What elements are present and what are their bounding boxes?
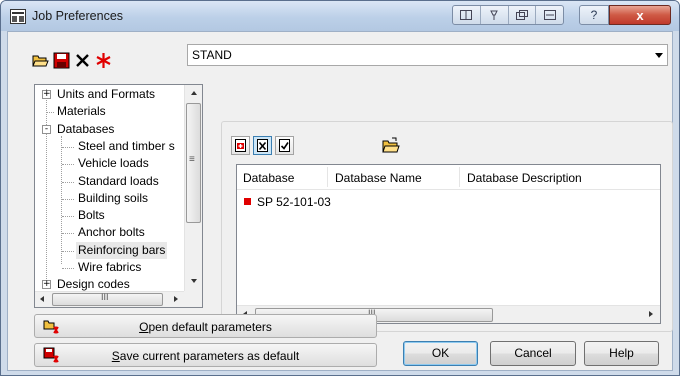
tree-guide [62,198,74,200]
delete-icon[interactable] [74,52,91,69]
open-default-label: Open default parameters [35,320,376,334]
tree-guide [62,181,74,183]
profile-select[interactable]: STAND [187,44,668,66]
tree-guide [46,89,47,289]
table-row[interactable]: SP 52-101-03 [237,192,660,210]
tree-scroll-thumb[interactable]: ≡ [186,103,201,223]
save-default-mnemonic: S [111,349,120,363]
tree-guide [62,268,74,269]
window-title: Job Preferences [32,9,124,23]
scroll-up-icon[interactable] [191,91,197,95]
tree-item[interactable]: Steel and timber s [76,138,177,155]
tree-guide [62,216,74,218]
save-default-text: ave current parameters as default [119,349,300,363]
minimize-icon[interactable] [536,6,563,24]
tree-expander-icon[interactable]: + [42,280,51,290]
tree-guide [47,112,54,114]
column-header-description[interactable]: Database Description [467,171,582,185]
column-header-database[interactable]: Database [243,171,294,185]
tree-item[interactable]: Units and Formats [55,86,157,103]
tree-item[interactable]: Wire fabrics [76,259,143,276]
chevron-down-icon[interactable] [655,53,663,58]
tree-guide [61,136,62,264]
check-database-icon [279,139,290,152]
job-preferences-window: Job Preferences ? x STAND + Units and Fo… [0,0,680,376]
tree-expander-icon[interactable]: - [42,124,51,134]
settings-tree[interactable]: + Units and Formats Materials - Databases Ste… [34,84,203,308]
check-database-button[interactable] [275,136,294,155]
tree-horizontal-scrollbar[interactable]: III [35,291,184,307]
tree-guide [62,164,74,166]
tree-item[interactable]: Materials [55,103,108,120]
save-default-label: Save current parameters as default [35,349,376,363]
tree-item[interactable]: Building soils [76,190,150,207]
add-database-icon [235,139,246,152]
tree-guide [62,250,74,252]
tree-expander-icon[interactable]: + [42,90,51,99]
tree-item[interactable]: Design codes [55,276,132,291]
close-button[interactable]: x [609,5,671,25]
remove-database-icon [257,139,268,152]
scroll-left-icon[interactable] [40,296,44,302]
database-grid[interactable]: Database Database Name Database Descript… [236,164,661,324]
scroll-down-icon[interactable] [191,279,197,283]
open-folder-icon[interactable] [32,52,49,69]
browse-folder-icon[interactable] [382,137,400,154]
column-header-name[interactable]: Database Name [335,171,422,185]
row-marker-icon [244,198,251,205]
tree-item[interactable]: Databases [55,121,116,138]
tree-vertical-scrollbar[interactable]: ≡ [184,85,202,291]
tree-body: + Units and Formats Materials - Databases Ste… [35,85,184,291]
add-database-button[interactable] [231,136,250,155]
tree-item[interactable]: Bolts [76,207,107,224]
scroll-right-icon[interactable] [649,311,653,317]
cancel-button[interactable]: Cancel [490,341,576,366]
tree-item[interactable]: Reinforcing bars [76,241,168,259]
scroll-corner [184,291,202,307]
column-divider[interactable] [327,167,328,187]
save-as-default-button[interactable]: Save current parameters as default [34,343,377,367]
save-icon[interactable] [53,52,70,69]
title-bar[interactable]: Job Preferences ? x [1,1,679,31]
tree-guide [62,146,74,148]
scroll-right-icon[interactable] [174,296,178,302]
restore-icon[interactable] [509,6,537,24]
grip-icon: ≡ [189,154,195,165]
layout-icon[interactable] [453,6,481,24]
tree-item[interactable]: Standard loads [76,173,161,190]
cell-database: SP 52-101-03 [257,195,331,209]
remove-database-button[interactable] [253,136,272,155]
tree-hscroll-thumb[interactable]: III [52,292,163,306]
reset-icon[interactable] [95,52,112,69]
grip-icon: III [101,292,109,302]
help-title-button[interactable]: ? [579,5,609,25]
open-default-text: pen default parameters [148,320,272,334]
grid-header: Database Database Name Database Descript… [237,165,660,190]
ok-button[interactable]: OK [403,341,478,366]
pin-icon[interactable] [481,6,509,24]
dialog-client: STAND + Units and Formats Materials - Databa… [7,31,673,371]
profile-select-value: STAND [192,48,232,62]
open-default-parameters-button[interactable]: Open default parameters [34,314,377,338]
title-toolbar [452,5,564,25]
tree-item[interactable]: Anchor bolts [76,224,147,241]
app-icon [10,9,26,24]
column-divider[interactable] [459,167,460,187]
help-button[interactable]: Help [584,341,659,366]
tree-guide [62,233,74,235]
tree-item[interactable]: Vehicle loads [76,155,151,172]
